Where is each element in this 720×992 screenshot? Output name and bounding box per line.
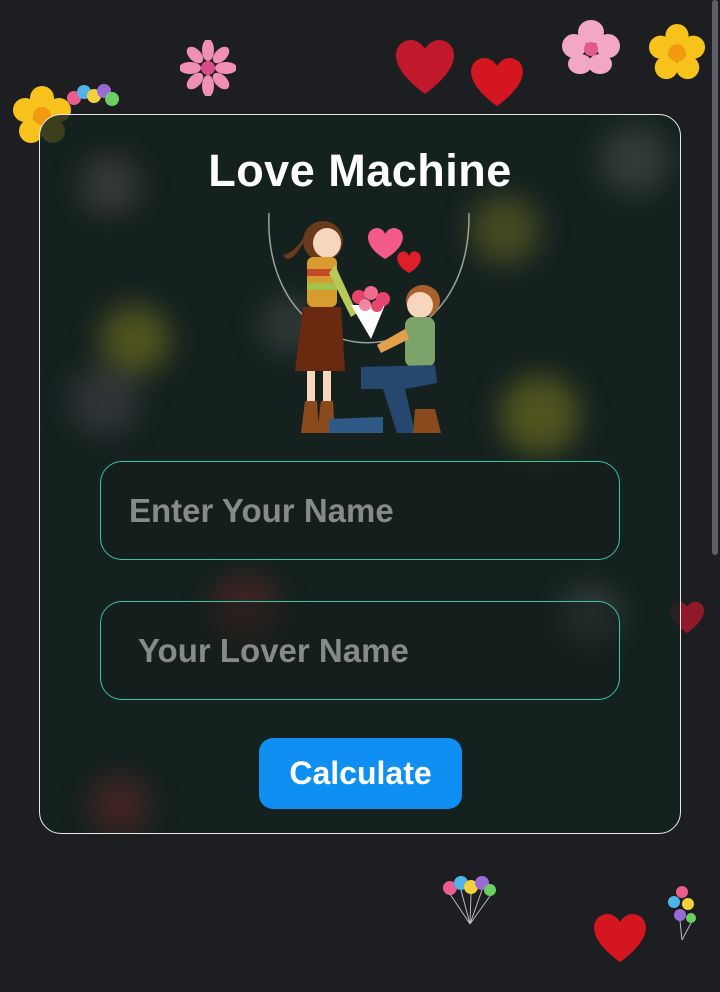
scrollbar[interactable] (712, 0, 718, 555)
bokeh-light (500, 375, 580, 455)
flower-icon (562, 20, 620, 74)
heart-icon (396, 40, 454, 94)
name-field[interactable] (100, 461, 620, 560)
love-machine-card: Love Machine Enter Your Name Your Lover … (39, 114, 681, 834)
lover-name-field[interactable] (100, 601, 620, 700)
balloons-icon (443, 876, 496, 925)
name-input[interactable] (101, 462, 619, 559)
flower-icon (180, 40, 236, 96)
bokeh-light (70, 365, 140, 435)
calculate-button[interactable]: Calculate (259, 738, 462, 809)
bokeh-light (90, 775, 150, 833)
flower-icon (648, 24, 706, 80)
lover-name-input[interactable] (101, 602, 619, 699)
bokeh-light (470, 195, 540, 265)
heart-icon (594, 914, 646, 963)
heart-icon (471, 58, 523, 107)
balloons-icon (668, 886, 696, 941)
balloons-icon (67, 84, 119, 106)
page-title: Love Machine (208, 145, 512, 196)
couple-illustration (268, 213, 470, 433)
